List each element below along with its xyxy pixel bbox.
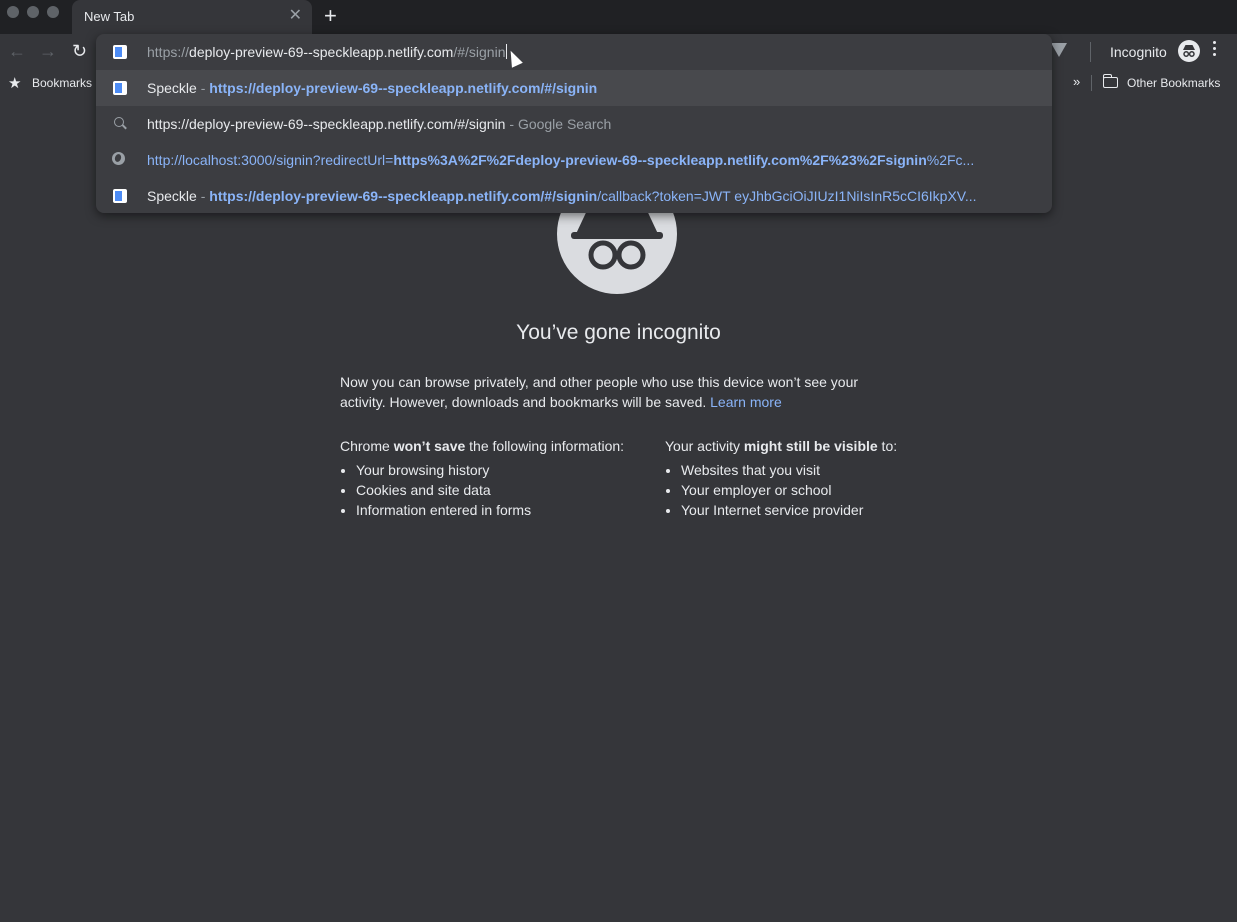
bookmarks-item[interactable]: Bookmarks xyxy=(32,76,92,90)
omnibox-input[interactable]: https://deploy-preview-69--speckleapp.ne… xyxy=(96,34,1052,70)
suggestion-engine: Google Search xyxy=(517,116,612,132)
minimize-window-button[interactable] xyxy=(27,6,39,18)
omnibox-input-text[interactable]: https://deploy-preview-69--speckleapp.ne… xyxy=(147,44,1042,60)
list-item: Cookies and site data xyxy=(356,480,624,500)
reload-icon[interactable]: ↻ xyxy=(72,40,87,62)
url-scheme: https:// xyxy=(147,44,190,60)
heading-emphasis: won’t save xyxy=(393,438,466,454)
suggestion-url-prefix: http://localhost:3000/signin?redirectUrl… xyxy=(147,152,394,168)
url-path: /#/signin xyxy=(453,44,506,60)
still-visible-heading: Your activity might still be visible to: xyxy=(665,436,897,456)
page-title: You’ve gone incognito xyxy=(516,321,721,344)
incognito-intro: Now you can browse privately, and other … xyxy=(340,372,900,412)
zoom-window-button[interactable] xyxy=(47,6,59,18)
suggestion-row[interactable]: Speckle - https://deploy-preview-69--spe… xyxy=(96,178,1052,214)
suggestion-text: http://localhost:3000/signin?redirectUrl… xyxy=(147,152,1042,168)
wont-save-column: Chrome won’t save the following informat… xyxy=(340,436,624,520)
suggestion-url-rest: /callback?token=JWT eyJhbGciOiJIUzI1NiIs… xyxy=(597,188,977,204)
suggestion-separator: - xyxy=(505,116,518,132)
heading-text: Chrome xyxy=(340,438,394,454)
suggestion-url-match: https%3A%2F%2Fdeploy-preview-69--speckle… xyxy=(393,152,927,168)
tab-new-tab[interactable]: New Tab ✕ xyxy=(72,0,312,34)
list-item: Your employer or school xyxy=(681,480,897,500)
suggestion-query: https://deploy-preview-69--speckleapp.ne… xyxy=(147,116,506,132)
wont-save-list: Your browsing history Cookies and site d… xyxy=(340,460,624,520)
suggestion-row[interactable]: Speckle - https://deploy-preview-69--spe… xyxy=(96,70,1052,106)
tab-close-icon[interactable]: ✕ xyxy=(289,7,302,25)
list-item: Your browsing history xyxy=(356,460,624,480)
page-icon xyxy=(113,189,127,203)
folder-icon xyxy=(1102,74,1118,88)
back-icon[interactable]: ← xyxy=(8,40,26,62)
suggestion-url-match: https://deploy-preview-69--speckleapp.ne… xyxy=(209,80,598,96)
incognito-label[interactable]: Incognito xyxy=(1110,44,1167,60)
search-icon xyxy=(114,117,124,127)
list-item: Information entered in forms xyxy=(356,500,624,520)
still-visible-column: Your activity might still be visible to:… xyxy=(665,436,897,520)
suggestion-text: Speckle - https://deploy-preview-69--spe… xyxy=(147,188,1042,204)
suggestion-separator: - xyxy=(196,188,210,204)
new-tab-button[interactable]: + xyxy=(324,4,337,28)
omnibox-dropdown: https://deploy-preview-69--speckleapp.ne… xyxy=(96,34,1052,213)
heading-text: to: xyxy=(877,438,898,454)
still-visible-list: Websites that you visit Your employer or… xyxy=(665,460,897,520)
toolbar-right-controls: Incognito xyxy=(1047,34,1237,70)
globe-icon xyxy=(112,152,125,165)
heading-text: the following information: xyxy=(465,438,625,454)
learn-more-link[interactable]: Learn more xyxy=(710,394,782,410)
suggestion-row[interactable]: https://deploy-preview-69--speckleapp.ne… xyxy=(96,106,1052,142)
suggestion-row[interactable]: http://localhost:3000/signin?redirectUrl… xyxy=(96,142,1052,178)
list-item: Websites that you visit xyxy=(681,460,897,480)
vuejs-extension-icon[interactable] xyxy=(1051,43,1067,57)
close-window-button[interactable] xyxy=(7,6,19,18)
tab-strip: New Tab ✕ + xyxy=(0,0,1237,34)
wont-save-heading: Chrome won’t save the following informat… xyxy=(340,436,624,456)
toolbar-divider xyxy=(1090,42,1091,62)
other-bookmarks-item[interactable]: Other Bookmarks xyxy=(1127,76,1220,90)
suggestion-separator: - xyxy=(196,80,210,96)
suggestion-url-rest: %2Fc... xyxy=(926,152,975,168)
page-icon xyxy=(113,45,127,59)
url-host: deploy-preview-69--speckleapp.netlify.co… xyxy=(189,44,454,60)
list-item: Your Internet service provider xyxy=(681,500,897,520)
heading-emphasis: might still be visible xyxy=(743,438,878,454)
suggestion-title: Speckle xyxy=(147,188,197,204)
bookmarks-divider xyxy=(1091,75,1092,91)
incognito-avatar-icon[interactable] xyxy=(1178,40,1200,62)
suggestion-text: https://deploy-preview-69--speckleapp.ne… xyxy=(147,116,1042,132)
menu-kebab-icon[interactable] xyxy=(1213,41,1217,59)
bookmarks-overflow-icon[interactable]: » xyxy=(1073,74,1080,89)
suggestion-text: Speckle - https://deploy-preview-69--spe… xyxy=(147,80,1042,96)
page-icon xyxy=(113,81,127,95)
tab-title: New Tab xyxy=(84,9,135,24)
star-icon: ★ xyxy=(8,75,22,92)
suggestion-title: Speckle xyxy=(147,80,197,96)
forward-icon[interactable]: → xyxy=(39,40,57,62)
heading-text: Your activity xyxy=(665,438,744,454)
suggestion-url-match: https://deploy-preview-69--speckleapp.ne… xyxy=(209,188,598,204)
